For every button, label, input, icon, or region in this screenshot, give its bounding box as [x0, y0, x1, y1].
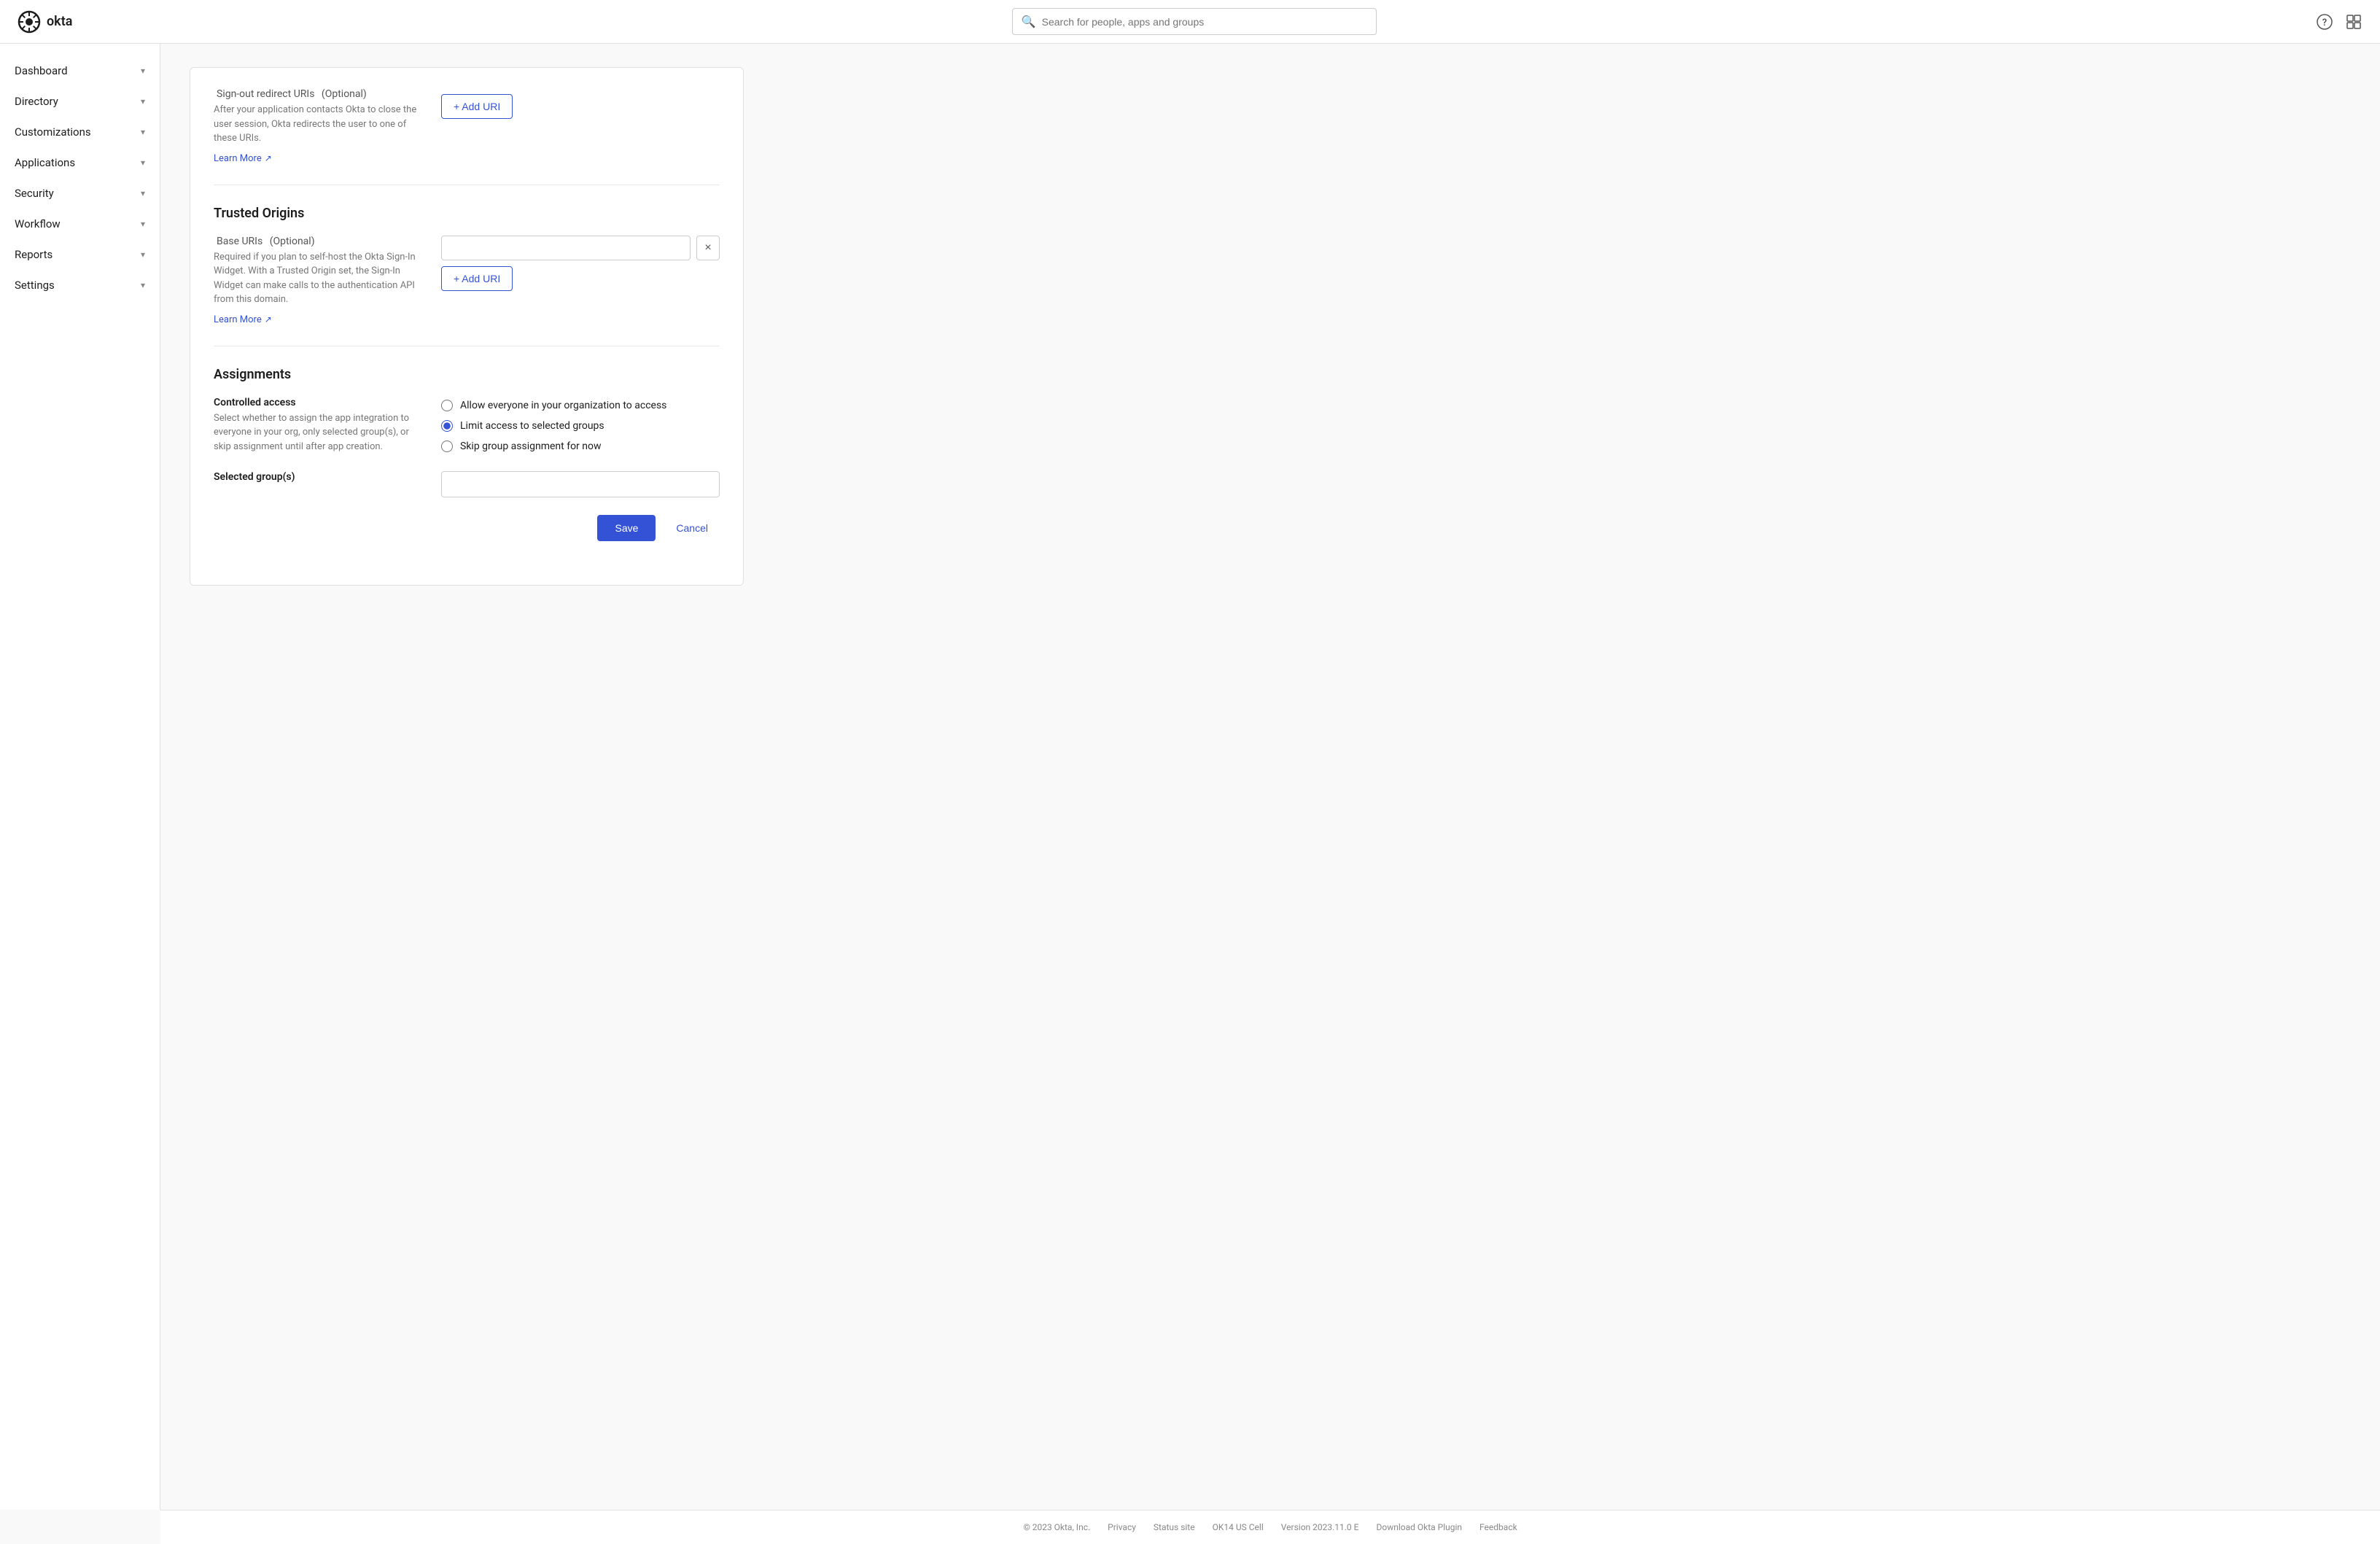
chevron-down-icon: ▾ — [141, 280, 145, 290]
footer-version-link[interactable]: Version 2023.11.0 E — [1281, 1522, 1359, 1532]
base-uris-input-row: × — [441, 236, 720, 260]
signout-optional-label: (Optional) — [322, 88, 367, 100]
radio-skip-assignment-label: Skip group assignment for now — [460, 441, 602, 452]
trusted-origins-section: Trusted Origins Base URIs (Optional) Req… — [214, 185, 720, 346]
radio-skip-assignment[interactable]: Skip group assignment for now — [441, 441, 720, 452]
signout-redirect-field: Sign-out redirect URIs (Optional) After … — [214, 88, 720, 164]
sidebar-item-settings[interactable]: Settings ▾ — [0, 270, 160, 300]
footer-feedback-link[interactable]: Feedback — [1479, 1522, 1517, 1532]
selected-groups-control — [441, 471, 720, 497]
chevron-down-icon: ▾ — [141, 96, 145, 106]
signout-redirect-label-col: Sign-out redirect URIs (Optional) After … — [214, 88, 418, 164]
chevron-down-icon: ▾ — [141, 249, 145, 260]
sidebar-label-security: Security — [15, 187, 54, 200]
layout: Dashboard ▾ Directory ▾ Customizations ▾… — [0, 44, 2380, 1510]
signout-learn-more-link[interactable]: Learn More ↗ — [214, 153, 272, 164]
sidebar-label-settings: Settings — [15, 279, 55, 292]
action-buttons: Save Cancel — [214, 515, 720, 541]
help-icon[interactable]: ? — [2316, 13, 2333, 31]
base-uris-learn-more-link[interactable]: Learn More ↗ — [214, 314, 272, 325]
radio-limit-groups-input[interactable] — [441, 420, 453, 432]
sidebar-label-dashboard: Dashboard — [15, 64, 68, 77]
radio-skip-assignment-input[interactable] — [441, 441, 453, 452]
sidebar-item-dashboard[interactable]: Dashboard ▾ — [0, 55, 160, 86]
sidebar-label-applications: Applications — [15, 156, 75, 169]
sidebar-item-workflow[interactable]: Workflow ▾ — [0, 209, 160, 239]
selected-groups-label: Selected group(s) — [214, 471, 418, 483]
sidebar: Dashboard ▾ Directory ▾ Customizations ▾… — [0, 44, 160, 1510]
sidebar-item-security[interactable]: Security ▾ — [0, 178, 160, 209]
sidebar-label-reports: Reports — [15, 248, 52, 261]
content-card: Sign-out redirect URIs (Optional) After … — [190, 67, 744, 586]
save-button[interactable]: Save — [597, 515, 656, 541]
base-uris-control: × + Add URI — [441, 236, 720, 291]
chevron-down-icon: ▾ — [141, 188, 145, 198]
sidebar-item-directory[interactable]: Directory ▾ — [0, 86, 160, 117]
search-icon: 🔍 — [1022, 15, 1036, 28]
signout-redirect-control: + Add URI — [441, 88, 720, 119]
access-radio-group: Allow everyone in your organization to a… — [441, 400, 720, 452]
logo-area: okta — [18, 10, 72, 34]
sidebar-item-customizations[interactable]: Customizations ▾ — [0, 117, 160, 147]
controlled-access-label-col: Controlled access Select whether to assi… — [214, 397, 418, 454]
sidebar-item-reports[interactable]: Reports ▾ — [0, 239, 160, 270]
controlled-access-desc: Select whether to assign the app integra… — [214, 411, 418, 454]
base-uris-clear-button[interactable]: × — [696, 236, 720, 260]
signout-redirect-section: Sign-out redirect URIs (Optional) After … — [214, 68, 720, 185]
signout-add-uri-button[interactable]: + Add URI — [441, 94, 513, 119]
search-input[interactable] — [1042, 16, 1367, 28]
chevron-down-icon: ▾ — [141, 127, 145, 137]
footer: © 2023 Okta, Inc. Privacy Status site OK… — [160, 1510, 2380, 1544]
controlled-access-field: Controlled access Select whether to assi… — [214, 397, 720, 454]
okta-icon — [18, 10, 41, 34]
assignments-section: Assignments Controlled access Select whe… — [214, 346, 720, 562]
signout-redirect-desc: After your application contacts Okta to … — [214, 103, 418, 146]
header: okta 🔍 ? — [0, 0, 2380, 44]
sidebar-label-customizations: Customizations — [15, 125, 91, 139]
radio-limit-groups[interactable]: Limit access to selected groups — [441, 420, 720, 432]
footer-status-link[interactable]: Status site — [1154, 1522, 1195, 1532]
signout-redirect-label: Sign-out redirect URIs (Optional) — [214, 88, 418, 100]
radio-allow-everyone-label: Allow everyone in your organization to a… — [460, 400, 666, 411]
search-area: 🔍 — [1012, 8, 1377, 35]
header-actions: ? — [2316, 13, 2362, 31]
base-uris-field: Base URIs (Optional) Required if you pla… — [214, 236, 720, 325]
footer-copyright: © 2023 Okta, Inc. — [1023, 1522, 1090, 1532]
trusted-origins-title: Trusted Origins — [214, 206, 720, 221]
assignments-title: Assignments — [214, 367, 720, 382]
base-uris-label-col: Base URIs (Optional) Required if you pla… — [214, 236, 418, 325]
base-uris-optional-label: (Optional) — [270, 236, 315, 247]
selected-groups-field: Selected group(s) — [214, 471, 720, 497]
selected-groups-label-col: Selected group(s) — [214, 471, 418, 486]
footer-cell-link[interactable]: OK14 US Cell — [1213, 1522, 1264, 1532]
sidebar-item-applications[interactable]: Applications ▾ — [0, 147, 160, 178]
okta-logo: okta — [18, 10, 72, 34]
main-content: Sign-out redirect URIs (Optional) After … — [160, 44, 2380, 1510]
brand-name: okta — [47, 14, 72, 29]
controlled-access-label: Controlled access — [214, 397, 418, 408]
chevron-down-icon: ▾ — [141, 66, 145, 76]
external-link-icon: ↗ — [265, 314, 272, 325]
footer-privacy-link[interactable]: Privacy — [1108, 1522, 1136, 1532]
controlled-access-control: Allow everyone in your organization to a… — [441, 397, 720, 452]
external-link-icon: ↗ — [265, 153, 272, 163]
cancel-button[interactable]: Cancel — [664, 515, 720, 541]
sidebar-label-directory: Directory — [15, 95, 58, 108]
grid-icon[interactable] — [2345, 13, 2362, 31]
sidebar-label-workflow: Workflow — [15, 217, 61, 230]
svg-text:?: ? — [2322, 18, 2327, 28]
base-uris-add-uri-button[interactable]: + Add URI — [441, 266, 513, 291]
selected-groups-input[interactable] — [441, 471, 720, 497]
search-bar[interactable]: 🔍 — [1012, 8, 1377, 35]
radio-allow-everyone[interactable]: Allow everyone in your organization to a… — [441, 400, 720, 411]
base-uris-input[interactable] — [441, 236, 691, 260]
footer-plugin-link[interactable]: Download Okta Plugin — [1376, 1522, 1462, 1532]
base-uris-desc: Required if you plan to self-host the Ok… — [214, 250, 418, 307]
chevron-down-icon: ▾ — [141, 158, 145, 168]
base-uris-label: Base URIs (Optional) — [214, 236, 418, 247]
radio-allow-everyone-input[interactable] — [441, 400, 453, 411]
chevron-down-icon: ▾ — [141, 219, 145, 229]
radio-limit-groups-label: Limit access to selected groups — [460, 420, 604, 432]
